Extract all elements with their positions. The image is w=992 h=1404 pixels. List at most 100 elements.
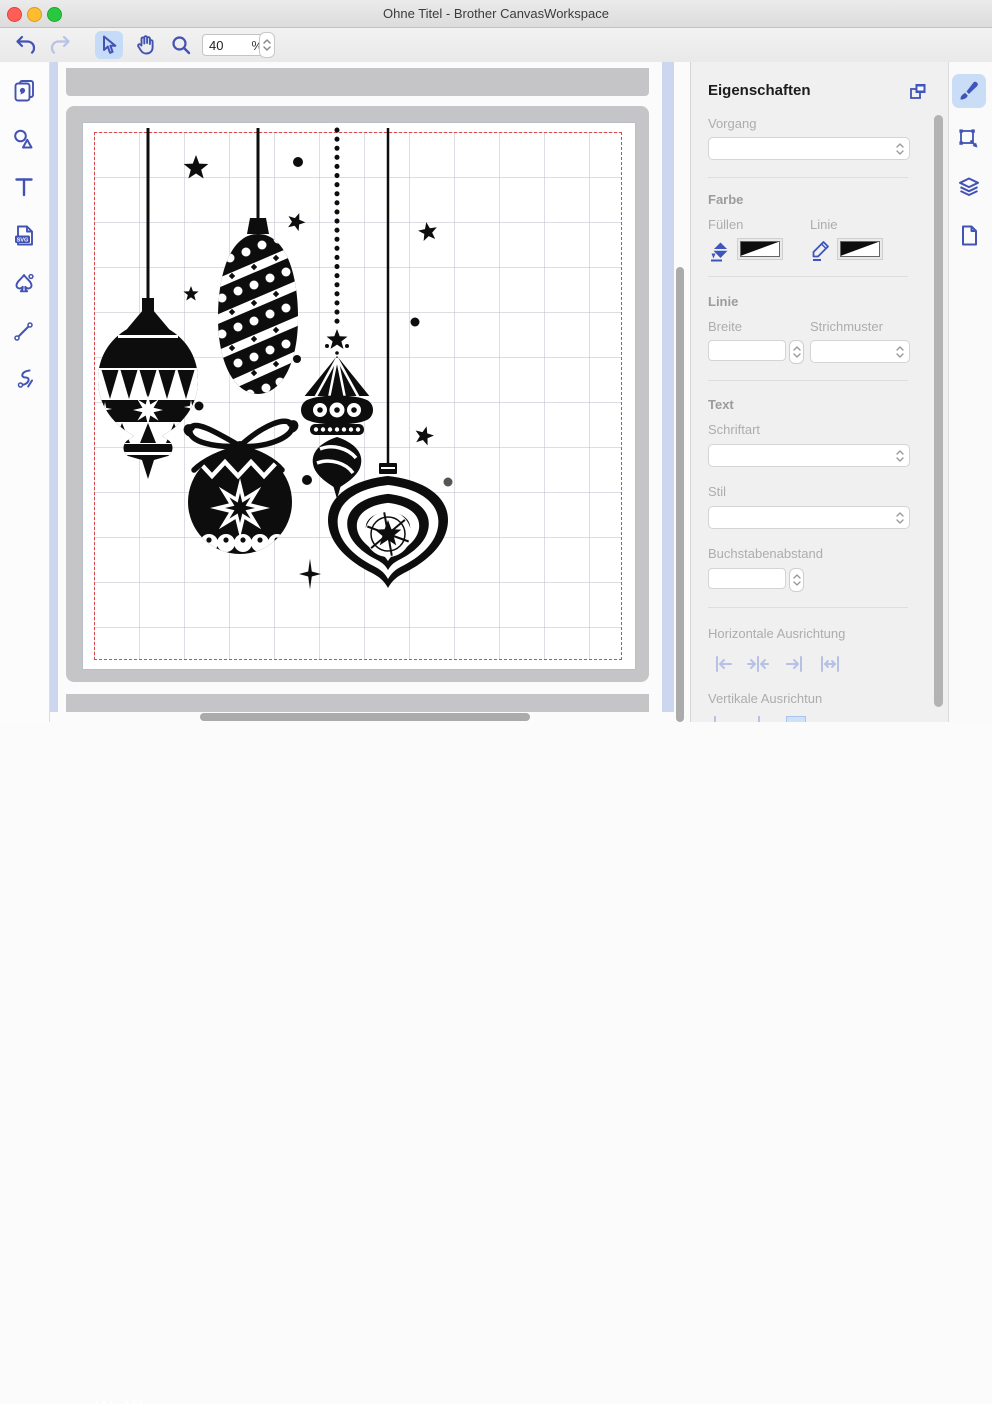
- svg-text:SVG: SVG: [17, 237, 29, 243]
- undo-icon: [14, 33, 38, 57]
- panel-scrollbar[interactable]: [934, 115, 943, 707]
- vorgang-select[interactable]: [708, 137, 910, 160]
- fuellen-label: Füllen: [708, 217, 743, 232]
- properties-panel: [690, 62, 949, 722]
- fill-color-button[interactable]: [708, 238, 732, 260]
- svg-import-icon: SVG: [11, 223, 37, 249]
- magnifier-icon: [169, 33, 193, 57]
- text-tool-button[interactable]: [10, 173, 38, 201]
- align-center-icon: [746, 653, 770, 675]
- align-right-icon: [782, 653, 806, 675]
- cutting-mat-top-edge: [66, 68, 649, 96]
- vorgang-label: Vorgang: [708, 116, 756, 131]
- line-color-swatch[interactable]: [837, 238, 883, 260]
- linie-header: Linie: [708, 294, 738, 309]
- select-chevrons-icon: [895, 141, 905, 157]
- zoom-tool-button[interactable]: [167, 31, 195, 59]
- text-header: Text: [708, 397, 734, 412]
- properties-tab-button[interactable]: [952, 74, 986, 108]
- redo-button[interactable]: [46, 31, 74, 59]
- buchstabenabstand-stepper[interactable]: [789, 568, 804, 592]
- align-middle-button[interactable]: [758, 716, 760, 722]
- buchstabenabstand-label: Buchstabenabstand: [708, 546, 823, 561]
- breite-label: Breite: [708, 319, 742, 334]
- horizontale-ausrichtung-label: Horizontale Ausrichtung: [708, 626, 845, 641]
- main-toolbar: 40 %: [0, 28, 992, 63]
- paintbrush-icon: [956, 78, 982, 104]
- right-toolbar: [948, 62, 992, 722]
- transform-icon: [956, 126, 982, 152]
- zoom-value: 40: [209, 38, 223, 53]
- align-right-button[interactable]: [780, 652, 808, 676]
- separator: [708, 276, 908, 277]
- popout-icon: [908, 81, 928, 101]
- cursor-icon: [97, 33, 121, 57]
- strichmuster-select[interactable]: [810, 340, 910, 363]
- hand-icon: [134, 33, 158, 57]
- align-left-button[interactable]: [710, 652, 738, 676]
- separator: [708, 177, 908, 178]
- templates-icon: [11, 77, 37, 103]
- canvas-margin-right: [662, 62, 674, 712]
- canvas-horizontal-scrollbar[interactable]: [200, 713, 530, 721]
- align-stretch-icon: [818, 653, 842, 675]
- templates-button[interactable]: [10, 76, 38, 104]
- breite-stepper[interactable]: [789, 340, 804, 364]
- strichmuster-label: Strichmuster: [810, 319, 883, 334]
- trace-spade-icon: [11, 271, 37, 297]
- page-icon: [956, 223, 982, 249]
- curve-draw-button[interactable]: [10, 365, 38, 393]
- stepper-chevrons-icon: [792, 572, 802, 588]
- ornaments-design[interactable]: [82, 122, 634, 668]
- align-stretch-button[interactable]: [816, 652, 844, 676]
- stepper-chevrons-icon: [792, 344, 802, 360]
- svg-import-button[interactable]: SVG: [10, 222, 38, 250]
- buchstabenabstand-input[interactable]: [708, 568, 786, 589]
- canvas-margin-left: [50, 62, 58, 712]
- redo-icon: [48, 33, 72, 57]
- pan-tool-button[interactable]: [132, 31, 160, 59]
- farbe-header: Farbe: [708, 192, 743, 207]
- breite-input[interactable]: [708, 340, 786, 361]
- separator: [708, 607, 908, 608]
- stil-select[interactable]: [708, 506, 910, 529]
- stil-label: Stil: [708, 484, 726, 499]
- vertical-align-row-clipped: [708, 716, 908, 722]
- window-title: Ohne Titel - Brother CanvasWorkspace: [0, 6, 992, 21]
- popout-button[interactable]: [908, 81, 928, 101]
- zoom-stepper[interactable]: [259, 32, 275, 58]
- pencil-icon: [808, 238, 834, 262]
- schriftart-select[interactable]: [708, 444, 910, 467]
- canvas-vertical-scrollbar[interactable]: [676, 267, 684, 722]
- titlebar: Ohne Titel - Brother CanvasWorkspace: [0, 0, 992, 28]
- align-top-button[interactable]: [714, 716, 716, 722]
- left-toolbar: SVG: [0, 62, 50, 722]
- panel-title: Eigenschaften: [708, 82, 811, 99]
- stepper-chevrons-icon: [262, 37, 272, 53]
- trace-button[interactable]: [10, 270, 38, 298]
- page-tab-button[interactable]: [952, 219, 986, 253]
- schriftart-label: Schriftart: [708, 422, 760, 437]
- undo-button[interactable]: [12, 31, 40, 59]
- align-left-icon: [712, 653, 736, 675]
- align-artboard-button[interactable]: [786, 716, 806, 722]
- align-center-button[interactable]: [744, 652, 772, 676]
- line-swatch-diagonal: [840, 241, 880, 257]
- shapes-button[interactable]: [10, 125, 38, 153]
- layers-icon: [956, 174, 982, 200]
- text-icon: [11, 174, 37, 200]
- line-color-button[interactable]: [808, 238, 832, 260]
- fill-swatch-diagonal: [740, 241, 780, 257]
- cutting-mat-bottom-edge: [66, 694, 649, 712]
- separator: [708, 380, 908, 381]
- shapes-icon: [11, 126, 37, 152]
- select-tool-button[interactable]: [95, 31, 123, 59]
- select-chevrons-icon: [895, 344, 905, 360]
- select-chevrons-icon: [895, 510, 905, 526]
- edit-tab-button[interactable]: [952, 122, 986, 156]
- line-draw-icon: [11, 318, 37, 344]
- fill-color-swatch[interactable]: [737, 238, 783, 260]
- line-draw-button[interactable]: [10, 317, 38, 345]
- layers-tab-button[interactable]: [952, 170, 986, 204]
- curve-draw-icon: [11, 366, 37, 392]
